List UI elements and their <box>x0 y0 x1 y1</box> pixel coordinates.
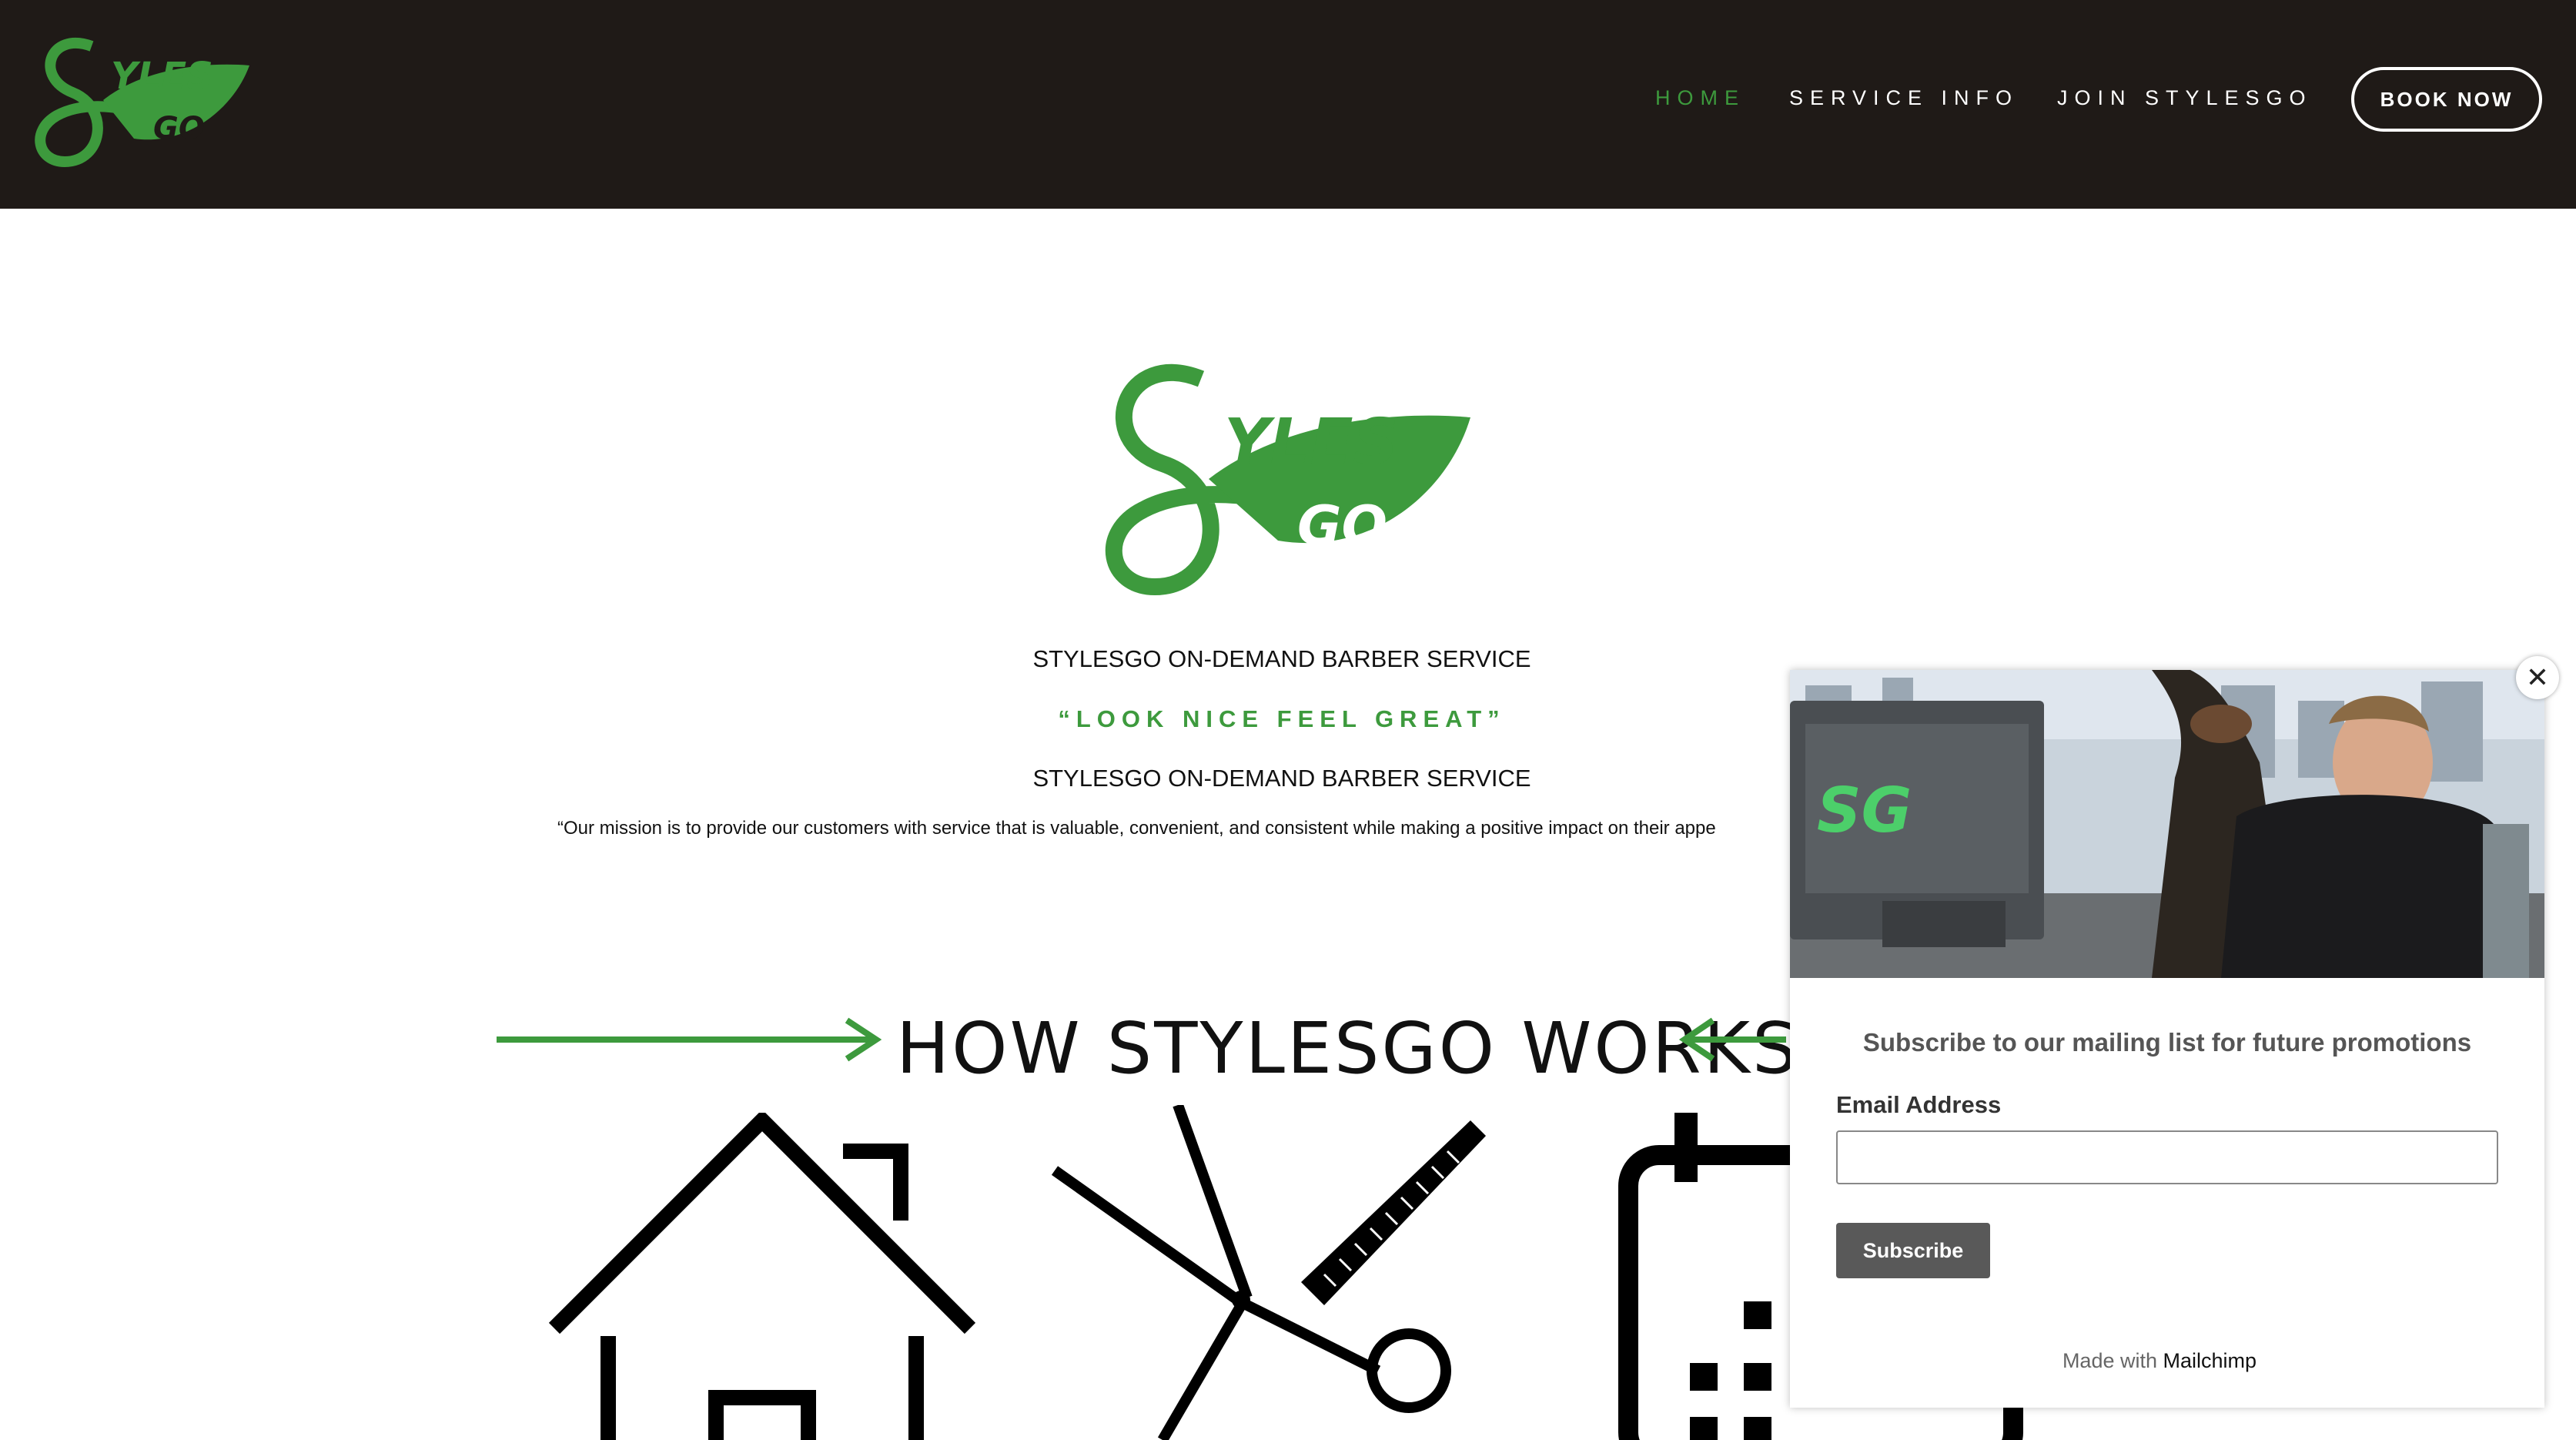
nav-join-stylesgo[interactable]: JOIN STYLESGO <box>2057 86 2313 110</box>
subscribe-button[interactable]: Subscribe <box>1836 1223 1990 1278</box>
svg-text:GO: GO <box>1297 494 1387 558</box>
nav-service-info[interactable]: SERVICE INFO <box>1789 86 2019 110</box>
arrow-left-icon <box>1678 1017 1786 1062</box>
stylesgo-logo-icon[interactable]: YLES GO <box>18 23 257 169</box>
mission-statement: “Our mission is to provide our customers… <box>557 818 1716 839</box>
email-address-label: Email Address <box>1836 1091 2002 1118</box>
svg-text:GO: GO <box>153 111 205 146</box>
popup-heading: Subscribe to our mailing list for future… <box>1862 1028 2472 1057</box>
made-with-mailchimp: Made with Mailchimp <box>1790 1349 2529 1373</box>
svg-text:YLES: YLES <box>111 55 213 98</box>
made-with-text: Made with <box>2062 1349 2157 1372</box>
svg-text:YLES: YLES <box>1224 406 1399 479</box>
arrow-right-icon <box>497 1017 882 1062</box>
svg-text:SG: SG <box>1817 775 1912 846</box>
close-icon[interactable]: ✕ <box>2516 656 2559 699</box>
site-header: YLES GO HOME SERVICE INFO JOIN STYLESGO … <box>0 0 2576 209</box>
email-address-input[interactable] <box>1836 1130 2498 1184</box>
mailchimp-link[interactable]: Mailchimp <box>2163 1349 2257 1372</box>
how-it-works-title: HOW STYLESGO WORKS <box>896 1007 1800 1090</box>
barber-photo: SG <box>1790 670 2544 978</box>
stylesgo-logo-icon: YLES GO <box>1105 364 1470 596</box>
nav-home[interactable]: HOME <box>1655 86 1745 110</box>
newsletter-popup: SG Subscribe to our mailing list for fut… <box>1790 670 2544 1408</box>
scissors-comb-icon <box>1051 1105 1486 1440</box>
book-now-button[interactable]: BOOK NOW <box>2351 67 2542 132</box>
tagline-primary: STYLESGO ON-DEMAND BARBER SERVICE <box>1032 645 1531 672</box>
house-icon <box>548 1113 976 1440</box>
